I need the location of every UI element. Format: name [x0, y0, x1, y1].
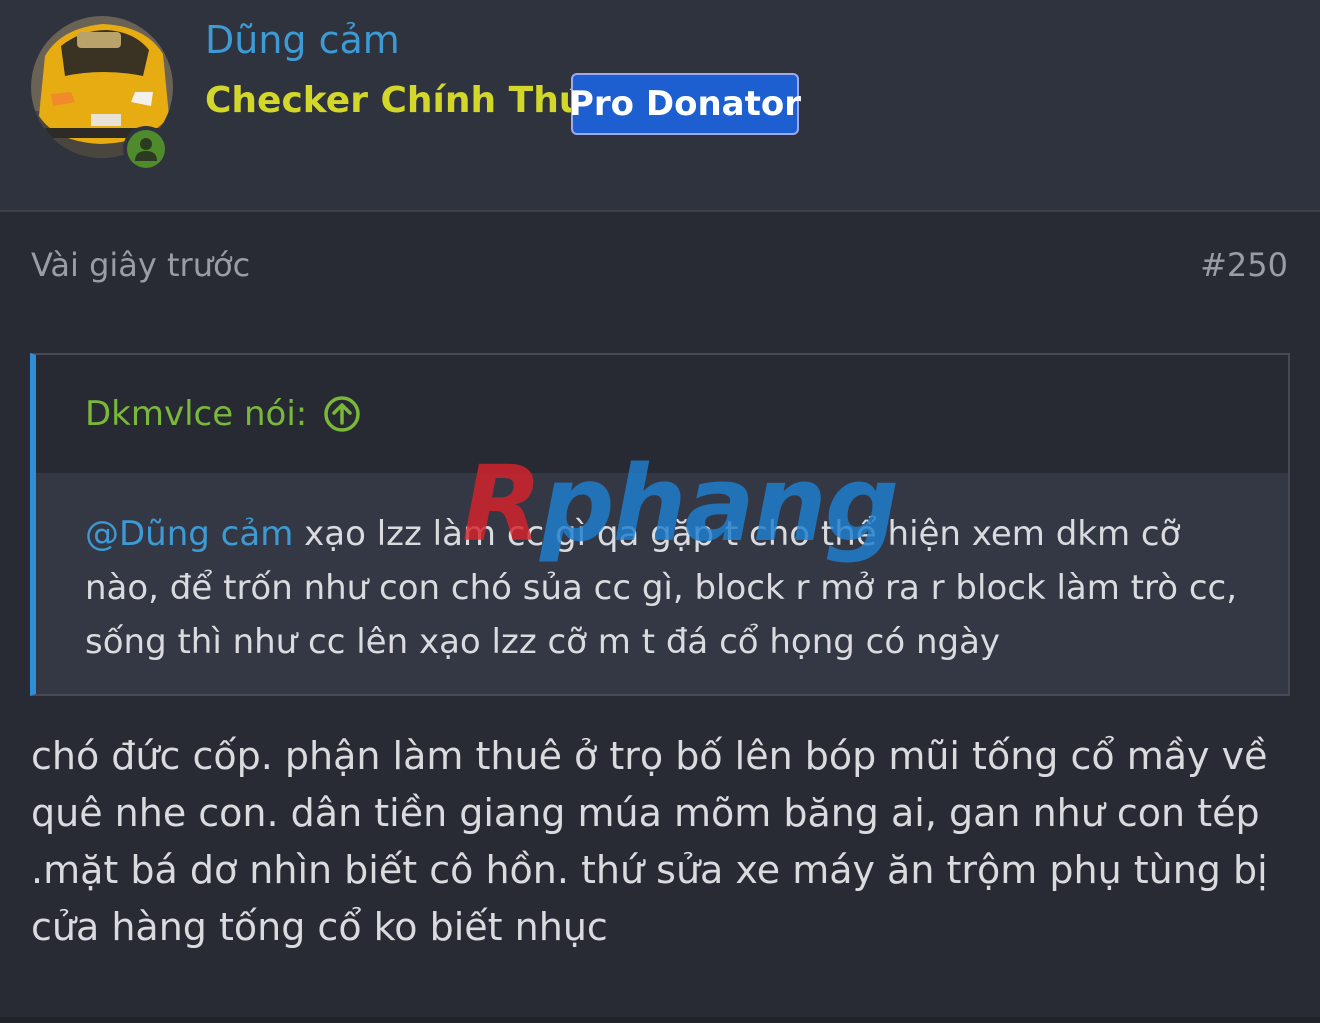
- user-online-icon: [135, 138, 157, 161]
- watermark-rest: phang: [540, 443, 899, 565]
- post-message: chó đức cốp. phận làm thuê ở trọ bố lên …: [31, 734, 1268, 949]
- quote-author-link[interactable]: Dkmvlce nói:: [85, 394, 307, 434]
- online-status: [123, 126, 169, 172]
- username-link[interactable]: Dũng cảm: [205, 18, 400, 62]
- user-title: Checker Chính Thức: [205, 80, 606, 121]
- avatar-container[interactable]: [31, 16, 173, 172]
- post-header: Dũng cảm Checker Chính Thức Pro Donator: [0, 0, 1320, 212]
- mention-link[interactable]: @Dũng cảm: [85, 514, 293, 554]
- post-time[interactable]: Vài giây trước: [31, 246, 250, 284]
- post-number-link[interactable]: #250: [1200, 246, 1288, 284]
- watermark-r: R: [462, 443, 542, 565]
- arrow-up-circle-icon[interactable]: [323, 395, 361, 433]
- pro-donator-badge: Pro Donator: [569, 73, 801, 135]
- rphang-watermark-logo: Rphang: [462, 452, 899, 556]
- divider: [0, 1017, 1320, 1023]
